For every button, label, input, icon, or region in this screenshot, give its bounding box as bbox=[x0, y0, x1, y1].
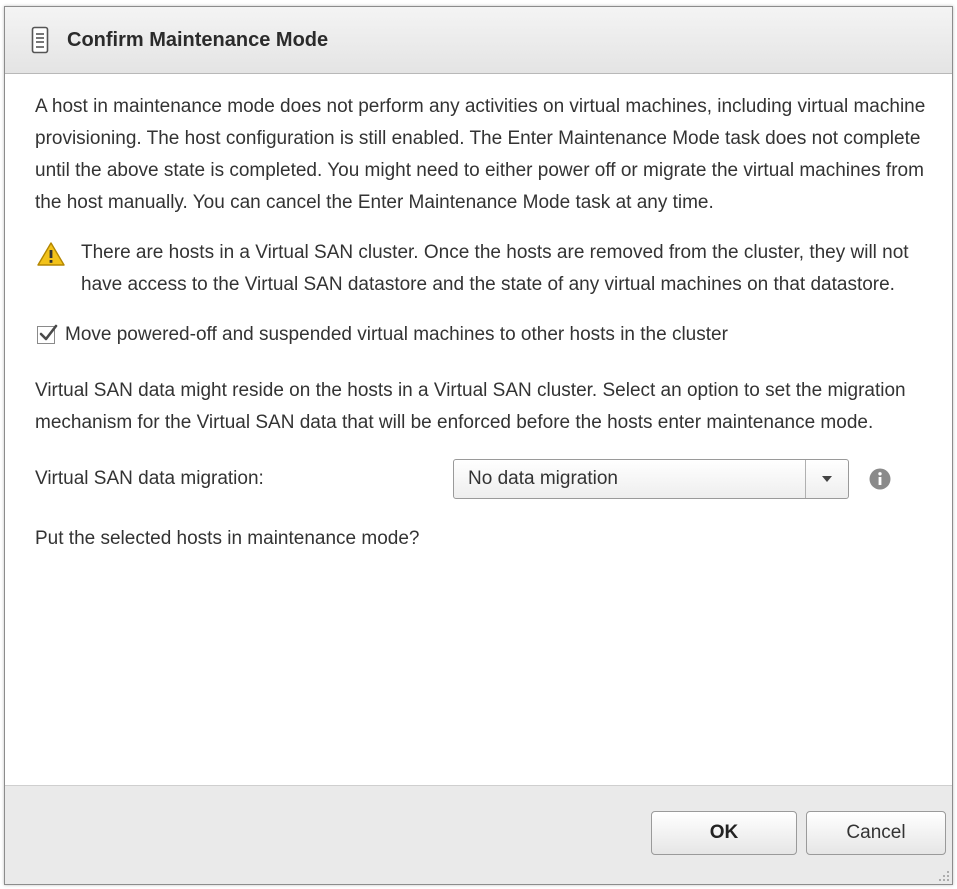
dialog-content: A host in maintenance mode does not perf… bbox=[35, 91, 935, 555]
migration-select-value: No data migration bbox=[468, 468, 618, 489]
confirm-maintenance-dialog: Confirm Maintenance Mode A host in maint… bbox=[4, 6, 953, 885]
migration-row: Virtual SAN data migration: No data migr… bbox=[35, 457, 935, 501]
resize-grip-icon[interactable] bbox=[936, 868, 950, 882]
dialog-title-bar[interactable]: Confirm Maintenance Mode bbox=[5, 7, 952, 74]
confirm-question: Put the selected hosts in maintenance mo… bbox=[35, 528, 420, 549]
migration-select[interactable]: No data migration bbox=[453, 459, 849, 499]
dialog-footer: OK Cancel bbox=[5, 785, 952, 884]
migration-label: Virtual SAN data migration: bbox=[35, 468, 264, 489]
move-vms-checkbox[interactable] bbox=[37, 324, 58, 344]
cancel-button[interactable]: Cancel bbox=[806, 811, 946, 855]
vsan-warning: There are hosts in a Virtual SAN cluster… bbox=[35, 237, 935, 301]
chevron-down-icon[interactable] bbox=[805, 460, 848, 498]
warning-text: There are hosts in a Virtual SAN cluster… bbox=[81, 242, 909, 295]
dialog-title: Confirm Maintenance Mode bbox=[67, 28, 329, 51]
info-icon[interactable] bbox=[869, 468, 891, 490]
ok-button[interactable]: OK bbox=[651, 811, 797, 855]
move-vms-label[interactable]: Move powered-off and suspended virtual m… bbox=[65, 319, 728, 351]
move-vms-option: Move powered-off and suspended virtual m… bbox=[35, 319, 935, 351]
host-server-icon bbox=[31, 26, 49, 54]
maintenance-description: A host in maintenance mode does not perf… bbox=[35, 96, 926, 213]
warning-icon bbox=[37, 241, 65, 267]
vsan-info-text: Virtual SAN data might reside on the hos… bbox=[35, 380, 906, 433]
